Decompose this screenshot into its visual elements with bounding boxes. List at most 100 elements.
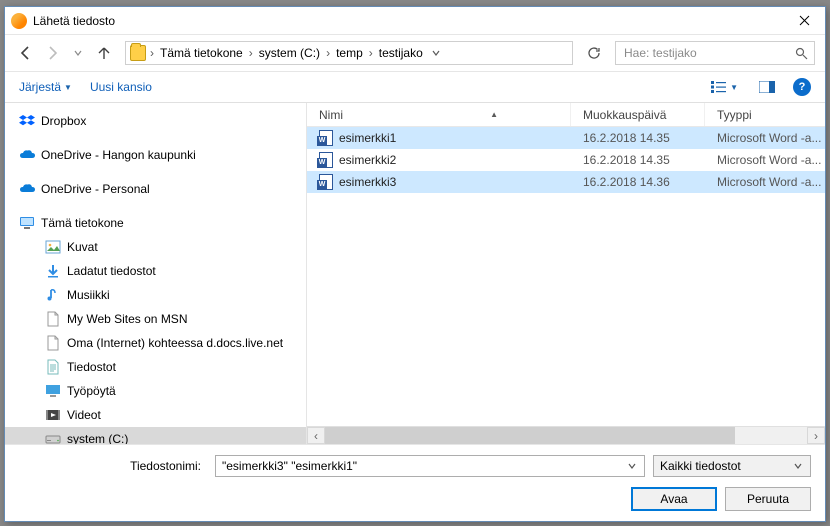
chevron-right-icon[interactable]: › <box>324 46 332 60</box>
tree-item-od-hanko[interactable]: OneDrive - Hangon kaupunki <box>5 143 306 167</box>
onedrive-icon <box>19 147 35 163</box>
tree-item-label: Ladatut tiedostot <box>67 264 156 278</box>
body: Dropbox OneDrive - Hangon kaupunki OneDriv… <box>5 103 825 444</box>
tree-item-label: system (C:) <box>67 432 128 444</box>
tree-item-dropbox[interactable]: Dropbox <box>5 109 306 133</box>
chevron-down-icon[interactable] <box>790 462 806 470</box>
file-name: esimerkki2 <box>339 153 396 167</box>
tree-item-music[interactable]: Musiikki <box>5 283 306 307</box>
col-modified[interactable]: Muokkauspäivä <box>571 103 705 126</box>
refresh-button[interactable] <box>583 42 605 64</box>
tree-item-downloads[interactable]: Ladatut tiedostot <box>5 259 306 283</box>
dropbox-icon <box>19 113 35 129</box>
tree-item-label: Tämä tietokone <box>41 216 124 230</box>
horizontal-scrollbar[interactable]: ‹ › <box>307 426 825 444</box>
nav-tree[interactable]: Dropbox OneDrive - Hangon kaupunki OneDriv… <box>5 103 307 444</box>
tree-item-oma[interactable]: Oma (Internet) kohteessa d.docs.live.net <box>5 331 306 355</box>
help-button[interactable]: ? <box>793 78 811 96</box>
tree-item-label: Musiikki <box>67 288 110 302</box>
file-date: 16.2.2018 14.36 <box>571 175 705 189</box>
forward-button[interactable] <box>41 42 63 64</box>
search-box[interactable] <box>615 41 815 65</box>
search-icon[interactable] <box>795 47 808 60</box>
list-icon <box>711 81 727 93</box>
tree-item-label: Oma (Internet) kohteessa d.docs.live.net <box>67 336 283 350</box>
music-icon <box>45 287 61 303</box>
preview-pane-button[interactable] <box>751 76 783 98</box>
tree-item-label: Työpöytä <box>67 384 116 398</box>
preview-pane-icon <box>759 81 775 93</box>
back-button[interactable] <box>15 42 37 64</box>
tree-item-label: Dropbox <box>41 114 86 128</box>
filename-combo[interactable]: "esimerkki3" "esimerkki1" <box>215 455 645 477</box>
file-row[interactable]: esimerkki316.2.2018 14.36Microsoft Word … <box>307 171 825 193</box>
scroll-right[interactable]: › <box>807 427 825 444</box>
img-icon <box>45 239 61 255</box>
word-doc-icon <box>319 174 333 190</box>
scroll-track[interactable] <box>325 427 807 444</box>
chevron-right-icon[interactable]: › <box>367 46 375 60</box>
up-button[interactable] <box>93 42 115 64</box>
folder-icon <box>130 45 146 61</box>
file-name: esimerkki1 <box>339 131 396 145</box>
column-headers[interactable]: Nimi ▲ Muokkauspäivä Tyyppi <box>307 103 825 127</box>
close-button[interactable] <box>783 7 825 34</box>
pc-icon <box>19 215 35 231</box>
file-type: Microsoft Word -a... <box>705 131 825 145</box>
view-mode-button[interactable]: ▼ <box>697 76 741 98</box>
dialog-footer: Tiedostonimi: "esimerkki3" "esimerkki1" … <box>5 444 825 521</box>
breadcrumb[interactable]: › Tämä tietokone › system (C:) › temp › … <box>125 41 573 65</box>
tree-item-docs[interactable]: Tiedostot <box>5 355 306 379</box>
chevron-down-icon[interactable]: ▼ <box>730 83 738 92</box>
new-folder-button[interactable]: Uusi kansio <box>90 80 152 94</box>
tree-item-label: OneDrive - Hangon kaupunki <box>41 148 196 162</box>
breadcrumb-dropdown[interactable] <box>427 49 445 57</box>
chevron-right-icon[interactable]: › <box>247 46 255 60</box>
tree-item-systemc[interactable]: system (C:) <box>5 427 306 444</box>
file-name: esimerkki3 <box>339 175 396 189</box>
tree-item-pictures[interactable]: Kuvat <box>5 235 306 259</box>
download-icon <box>45 263 61 279</box>
video-icon <box>45 407 61 423</box>
toolbar: Järjestä▼ Uusi kansio ▼ ? <box>5 71 825 103</box>
tree-item-msn[interactable]: My Web Sites on MSN <box>5 307 306 331</box>
drive-icon <box>45 431 61 444</box>
filename-value: "esimerkki3" "esimerkki1" <box>222 459 357 473</box>
chevron-down-icon[interactable] <box>624 462 640 470</box>
tree-item-label: OneDrive - Personal <box>41 182 150 196</box>
open-button[interactable]: Avaa <box>631 487 717 511</box>
tree-item-desktop[interactable]: Työpöytä <box>5 379 306 403</box>
organize-button[interactable]: Järjestä▼ <box>19 80 72 94</box>
chevron-right-icon[interactable]: › <box>148 46 156 60</box>
filetype-filter[interactable]: Kaikki tiedostot <box>653 455 811 477</box>
window-title: Lähetä tiedosto <box>33 14 783 28</box>
file-list[interactable]: esimerkki1 16.2.2018 14.35Microsoft Word … <box>307 127 825 426</box>
doc-icon <box>45 359 61 375</box>
file-pane: Nimi ▲ Muokkauspäivä Tyyppi esimerkki1 16… <box>307 103 825 444</box>
nav-row: › Tämä tietokone › system (C:) › temp › … <box>5 35 825 71</box>
tree-item-od-pers[interactable]: OneDrive - Personal <box>5 177 306 201</box>
tree-item-thispc[interactable]: Tämä tietokone <box>5 211 306 235</box>
onedrive-icon <box>19 181 35 197</box>
tree-item-label: Tiedostot <box>67 360 116 374</box>
breadcrumb-seg-3[interactable]: testijako <box>375 42 427 64</box>
titlebar: Lähetä tiedosto <box>5 7 825 35</box>
scroll-thumb[interactable] <box>325 427 735 444</box>
col-type[interactable]: Tyyppi <box>705 103 825 126</box>
recent-dropdown[interactable] <box>67 42 89 64</box>
file-row[interactable]: esimerkki1 16.2.2018 14.35Microsoft Word … <box>307 127 825 149</box>
word-doc-icon <box>319 152 333 168</box>
breadcrumb-seg-0[interactable]: Tämä tietokone <box>156 42 247 64</box>
file-date: 16.2.2018 14.35 <box>571 131 705 145</box>
col-name[interactable]: Nimi ▲ <box>307 103 571 126</box>
search-input[interactable] <box>622 45 795 61</box>
file-row[interactable]: esimerkki216.2.2018 14.35Microsoft Word … <box>307 149 825 171</box>
tree-item-videos[interactable]: Videot <box>5 403 306 427</box>
scroll-left[interactable]: ‹ <box>307 427 325 444</box>
breadcrumb-seg-2[interactable]: temp <box>332 42 367 64</box>
file-icon <box>45 311 61 327</box>
breadcrumb-seg-1[interactable]: system (C:) <box>255 42 324 64</box>
file-dialog: Lähetä tiedosto › Tämä tietokone › syste… <box>4 6 826 522</box>
cancel-button[interactable]: Peruuta <box>725 487 811 511</box>
word-doc-icon <box>319 130 333 146</box>
